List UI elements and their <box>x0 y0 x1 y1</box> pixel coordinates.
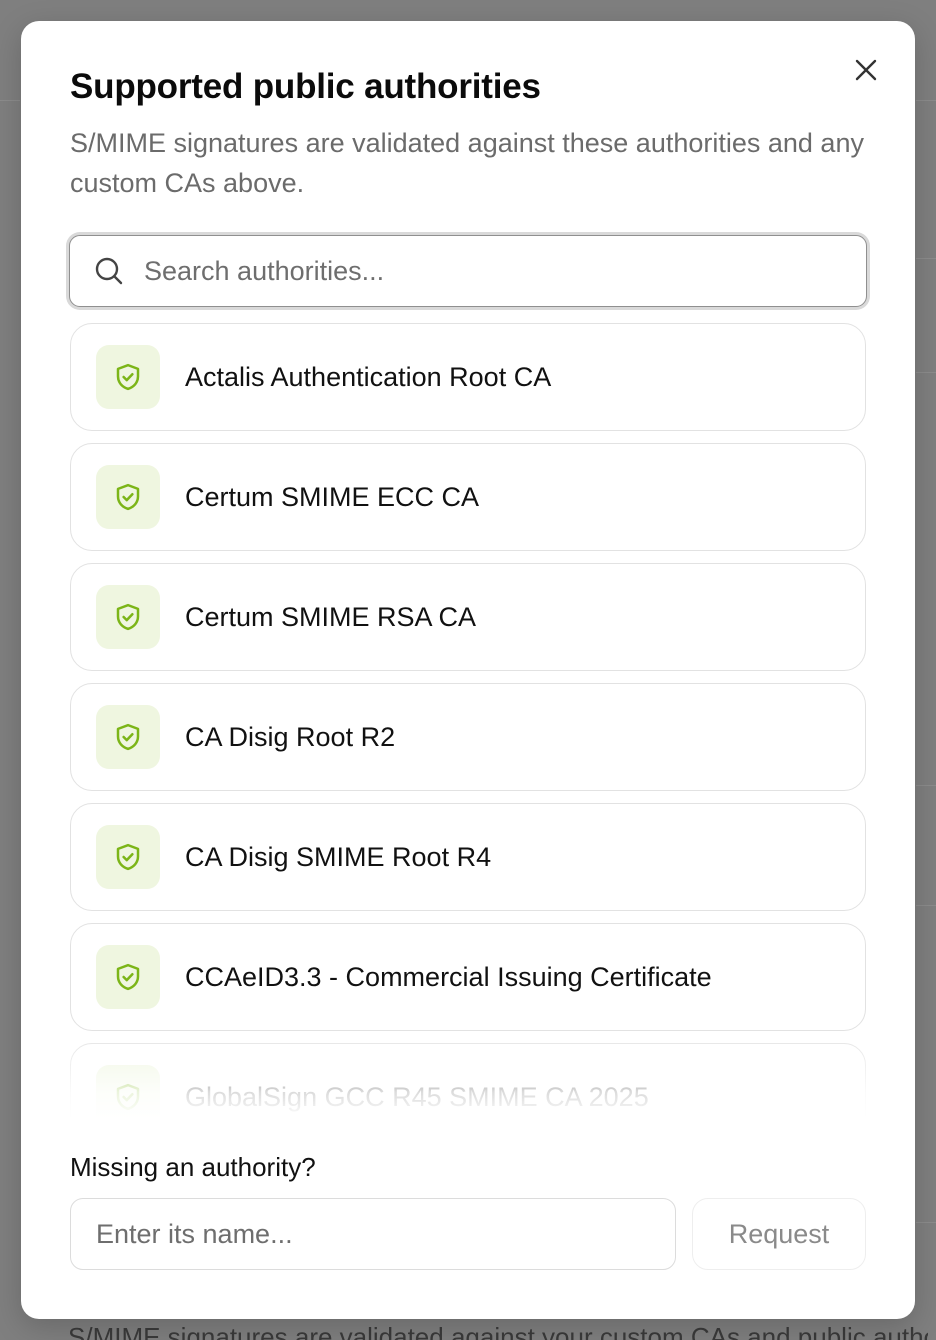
background-divider <box>916 1222 936 1223</box>
background-divider <box>916 258 936 259</box>
authority-icon-badge <box>96 585 160 649</box>
authority-icon-badge <box>96 705 160 769</box>
authority-item[interactable]: GlobalSign GCC R45 SMIME CA 2025 <box>70 1043 866 1119</box>
background-divider <box>0 100 20 101</box>
background-divider <box>916 905 936 906</box>
authorities-dialog: Supported public authorities S/MIME sign… <box>21 21 915 1319</box>
dialog-subtitle: S/MIME signatures are validated against … <box>70 128 864 198</box>
authority-icon-badge <box>96 1065 160 1119</box>
authority-name: Actalis Authentication Root CA <box>185 361 552 392</box>
shield-check-icon <box>116 603 140 631</box>
authority-name: Certum SMIME ECC CA <box>185 481 480 512</box>
authority-item[interactable]: CCAeID3.3 - Commercial Issuing Certifica… <box>70 923 866 1031</box>
authority-name: CCAeID3.3 - Commercial Issuing Certifica… <box>185 961 712 992</box>
authority-icon-badge <box>96 825 160 889</box>
close-button[interactable] <box>849 53 883 87</box>
shield-check-icon <box>116 1083 140 1111</box>
request-button[interactable]: Request <box>692 1198 866 1270</box>
missing-authority-label: Missing an authority? <box>70 1152 316 1182</box>
background-divider <box>916 785 936 786</box>
background-divider <box>916 372 936 373</box>
search-field-focus-ring <box>66 232 870 310</box>
authority-icon-badge <box>96 465 160 529</box>
shield-check-icon <box>116 723 140 751</box>
shield-check-icon <box>116 843 140 871</box>
authority-icon-badge <box>96 345 160 409</box>
authority-item[interactable]: Certum SMIME ECC CA <box>70 443 866 551</box>
dialog-title: Supported public authorities <box>70 67 541 106</box>
authority-name: CA Disig Root R2 <box>185 721 396 752</box>
authority-list[interactable]: Actalis Authentication Root CA Certum SMI… <box>70 321 866 1119</box>
background-divider <box>916 100 936 101</box>
authority-name: GlobalSign GCC R45 SMIME CA 2025 <box>185 1081 649 1112</box>
shield-check-icon <box>116 483 140 511</box>
shield-check-icon <box>116 363 140 391</box>
search-input[interactable] <box>144 255 804 287</box>
search-field[interactable] <box>69 235 867 307</box>
background-text: S/MIME signatures are validated against … <box>68 1322 928 1340</box>
authority-name: Certum SMIME RSA CA <box>185 601 477 632</box>
shield-check-icon <box>116 963 140 991</box>
close-icon <box>855 59 877 81</box>
authority-item[interactable]: Certum SMIME RSA CA <box>70 563 866 671</box>
authority-item[interactable]: Actalis Authentication Root CA <box>70 323 866 431</box>
authority-item[interactable]: CA Disig Root R2 <box>70 683 866 791</box>
authority-name-input[interactable] <box>70 1198 676 1270</box>
authority-icon-badge <box>96 945 160 1009</box>
authority-name: CA Disig SMIME Root R4 <box>185 841 492 872</box>
search-icon <box>95 257 123 285</box>
authority-item[interactable]: CA Disig SMIME Root R4 <box>70 803 866 911</box>
